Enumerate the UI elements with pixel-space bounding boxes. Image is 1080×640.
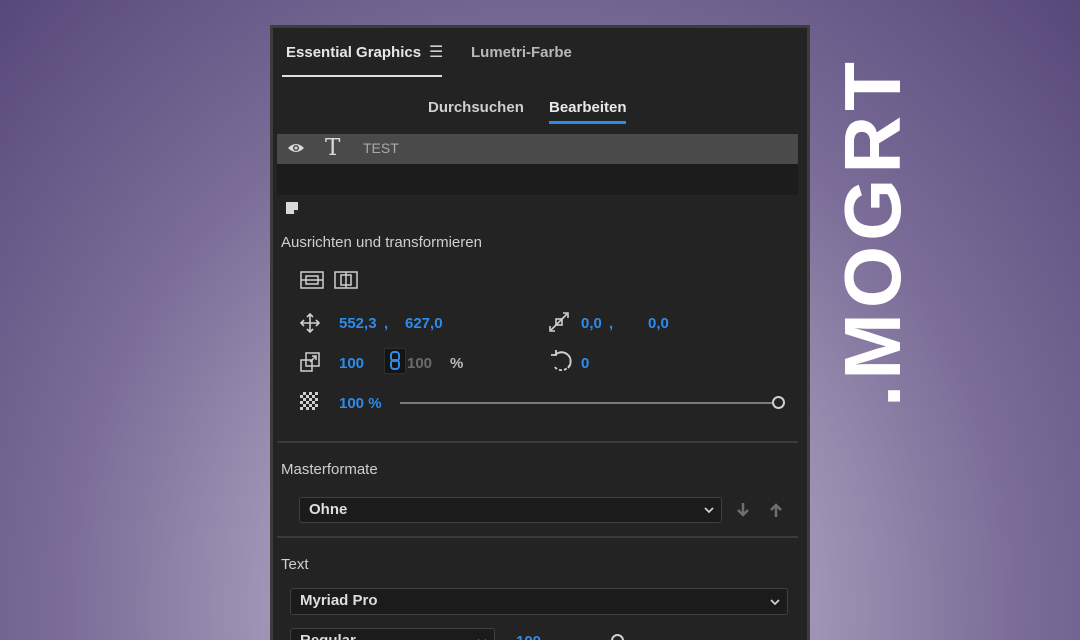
subtab-edit-underline [549,121,626,124]
subtab-browse[interactable]: Durchsuchen [428,99,524,116]
rotation-icon [549,349,573,377]
font-style-selected: Regular [300,632,356,640]
panel-tab-bar: Essential Graphics ☰ Lumetri-Farbe [273,28,807,80]
panel-menu-icon[interactable]: ☰ [429,42,443,62]
master-styles-selected: Ohne [309,501,348,518]
chevron-down-icon [769,589,781,623]
align-horizontal-center-icon[interactable] [300,271,324,293]
layer-list-empty-area [277,164,798,195]
mogrt-overlay-label: .MOGRT [828,57,917,407]
scale-height-value[interactable]: 100 [407,355,432,372]
align-vertical-center-icon[interactable] [334,271,358,293]
layer-row-test[interactable]: T TEST [277,134,798,164]
position-x-value[interactable]: 552,3 [339,315,377,332]
scale-icon [300,352,320,376]
essential-graphics-panel: Essential Graphics ☰ Lumetri-Farbe Durch… [270,25,810,640]
opacity-icon [300,392,318,414]
layer-name: TEST [363,140,399,156]
align-transform-title: Ausrichten und transformieren [281,234,482,251]
anchor-separator: , [609,315,614,332]
font-size-slider-knob[interactable] [611,634,624,640]
font-family-selected: Myriad Pro [300,592,378,609]
tab-lumetri-farbe[interactable]: Lumetri-Farbe [471,44,572,61]
font-style-dropdown[interactable]: Regular [290,628,495,640]
rotation-value[interactable]: 0 [581,355,589,372]
active-tab-underline [282,75,442,77]
tab-essential-graphics[interactable]: Essential Graphics [286,44,421,61]
text-layer-icon: T [325,135,341,161]
push-down-arrow-icon[interactable] [735,502,751,522]
text-section-title: Text [281,556,309,573]
subtab-edit[interactable]: Bearbeiten [549,99,627,116]
anchor-x-value[interactable]: 0,0 [581,315,602,332]
anchor-point-icon [548,311,570,337]
eye-icon[interactable] [287,141,305,159]
new-layer-icon[interactable] [285,201,299,219]
anchor-y-value[interactable]: 0,0 [648,315,669,332]
master-styles-title: Masterformate [281,461,378,478]
font-size-value[interactable]: 100 [516,633,541,640]
chevron-down-icon [476,629,488,640]
section-divider [277,536,798,538]
position-separator: , [384,315,389,332]
font-family-dropdown[interactable]: Myriad Pro [290,588,788,615]
link-icon[interactable] [384,348,406,378]
opacity-value[interactable]: 100 % [339,395,382,412]
section-divider [277,441,798,443]
position-y-value[interactable]: 627,0 [405,315,443,332]
position-move-icon [299,312,321,337]
chevron-down-icon [703,498,715,530]
master-styles-dropdown[interactable]: Ohne [299,497,722,523]
scale-percent-unit: % [450,355,464,372]
push-up-arrow-icon[interactable] [768,502,784,522]
scale-width-value[interactable]: 100 [339,355,364,372]
opacity-slider-knob[interactable] [772,396,785,409]
opacity-slider-track[interactable] [400,402,778,404]
